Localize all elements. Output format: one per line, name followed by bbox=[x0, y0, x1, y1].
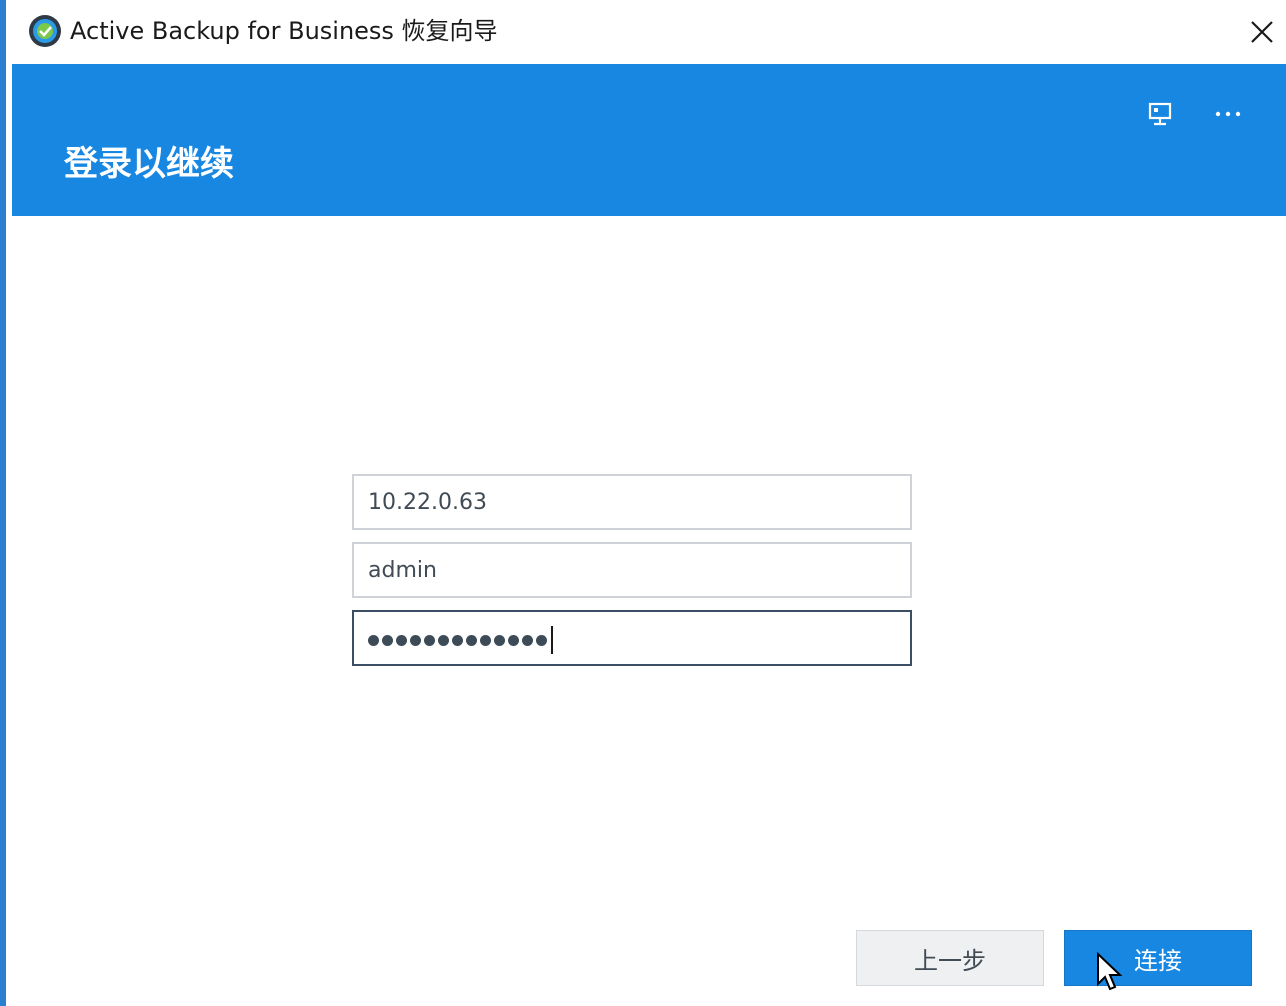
connect-button[interactable]: 连接 bbox=[1064, 930, 1252, 986]
monitor-network-icon bbox=[1148, 102, 1172, 126]
active-backup-app-icon bbox=[29, 15, 61, 47]
more-options-button[interactable] bbox=[1208, 94, 1248, 134]
connect-label: 连接 bbox=[1134, 946, 1182, 975]
recovery-wizard-window: Active Backup for Business 恢复向导 登录以继续 10… bbox=[0, 0, 1286, 1006]
network-settings-button[interactable] bbox=[1140, 94, 1180, 134]
title-bar: Active Backup for Business 恢复向导 bbox=[12, 0, 1286, 64]
previous-step-label: 上一步 bbox=[914, 946, 986, 975]
wizard-header: 登录以继续 bbox=[12, 64, 1286, 216]
close-icon bbox=[1251, 21, 1273, 43]
username-input[interactable] bbox=[352, 542, 912, 598]
page-title: 登录以继续 bbox=[64, 144, 234, 184]
server-address-input[interactable] bbox=[352, 474, 912, 530]
previous-step-button[interactable]: 上一步 bbox=[856, 930, 1044, 986]
window-title: Active Backup for Business 恢复向导 bbox=[70, 17, 498, 45]
close-button[interactable] bbox=[1238, 10, 1286, 54]
password-input[interactable] bbox=[352, 610, 912, 666]
more-options-icon bbox=[1215, 111, 1241, 117]
